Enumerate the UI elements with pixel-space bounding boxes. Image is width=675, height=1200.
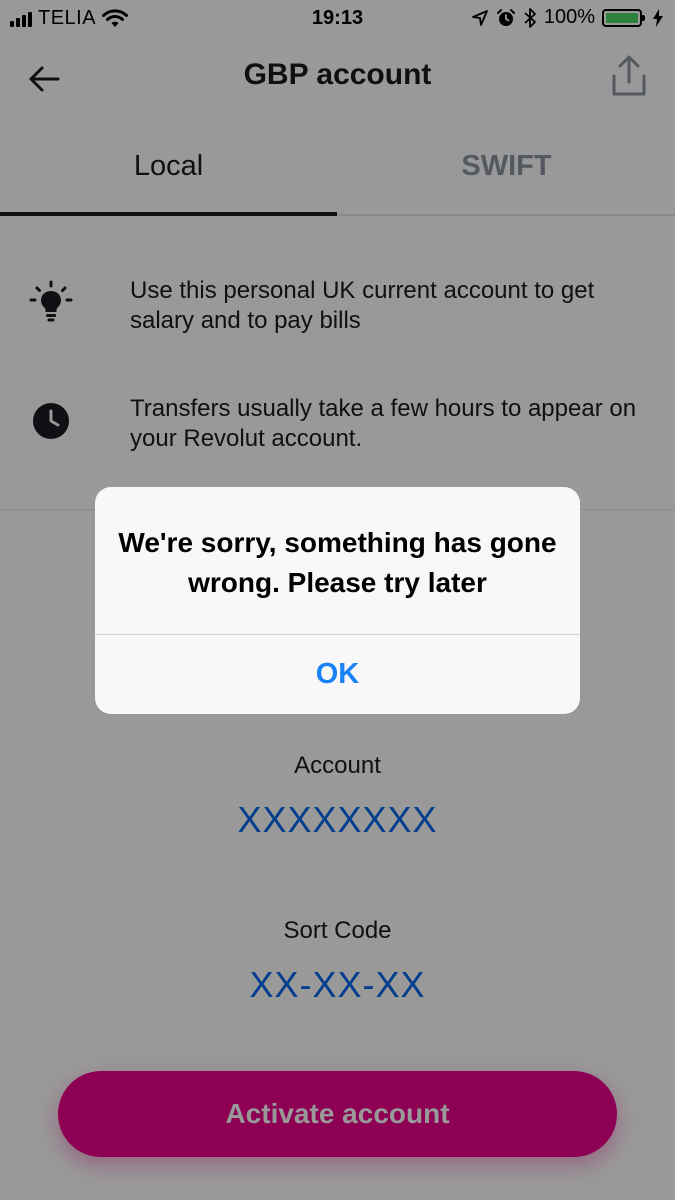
error-alert: We're sorry, something has gone wrong. P… [95,487,580,714]
alert-message: We're sorry, something has gone wrong. P… [118,527,557,598]
alert-ok-button[interactable]: OK [95,635,580,714]
